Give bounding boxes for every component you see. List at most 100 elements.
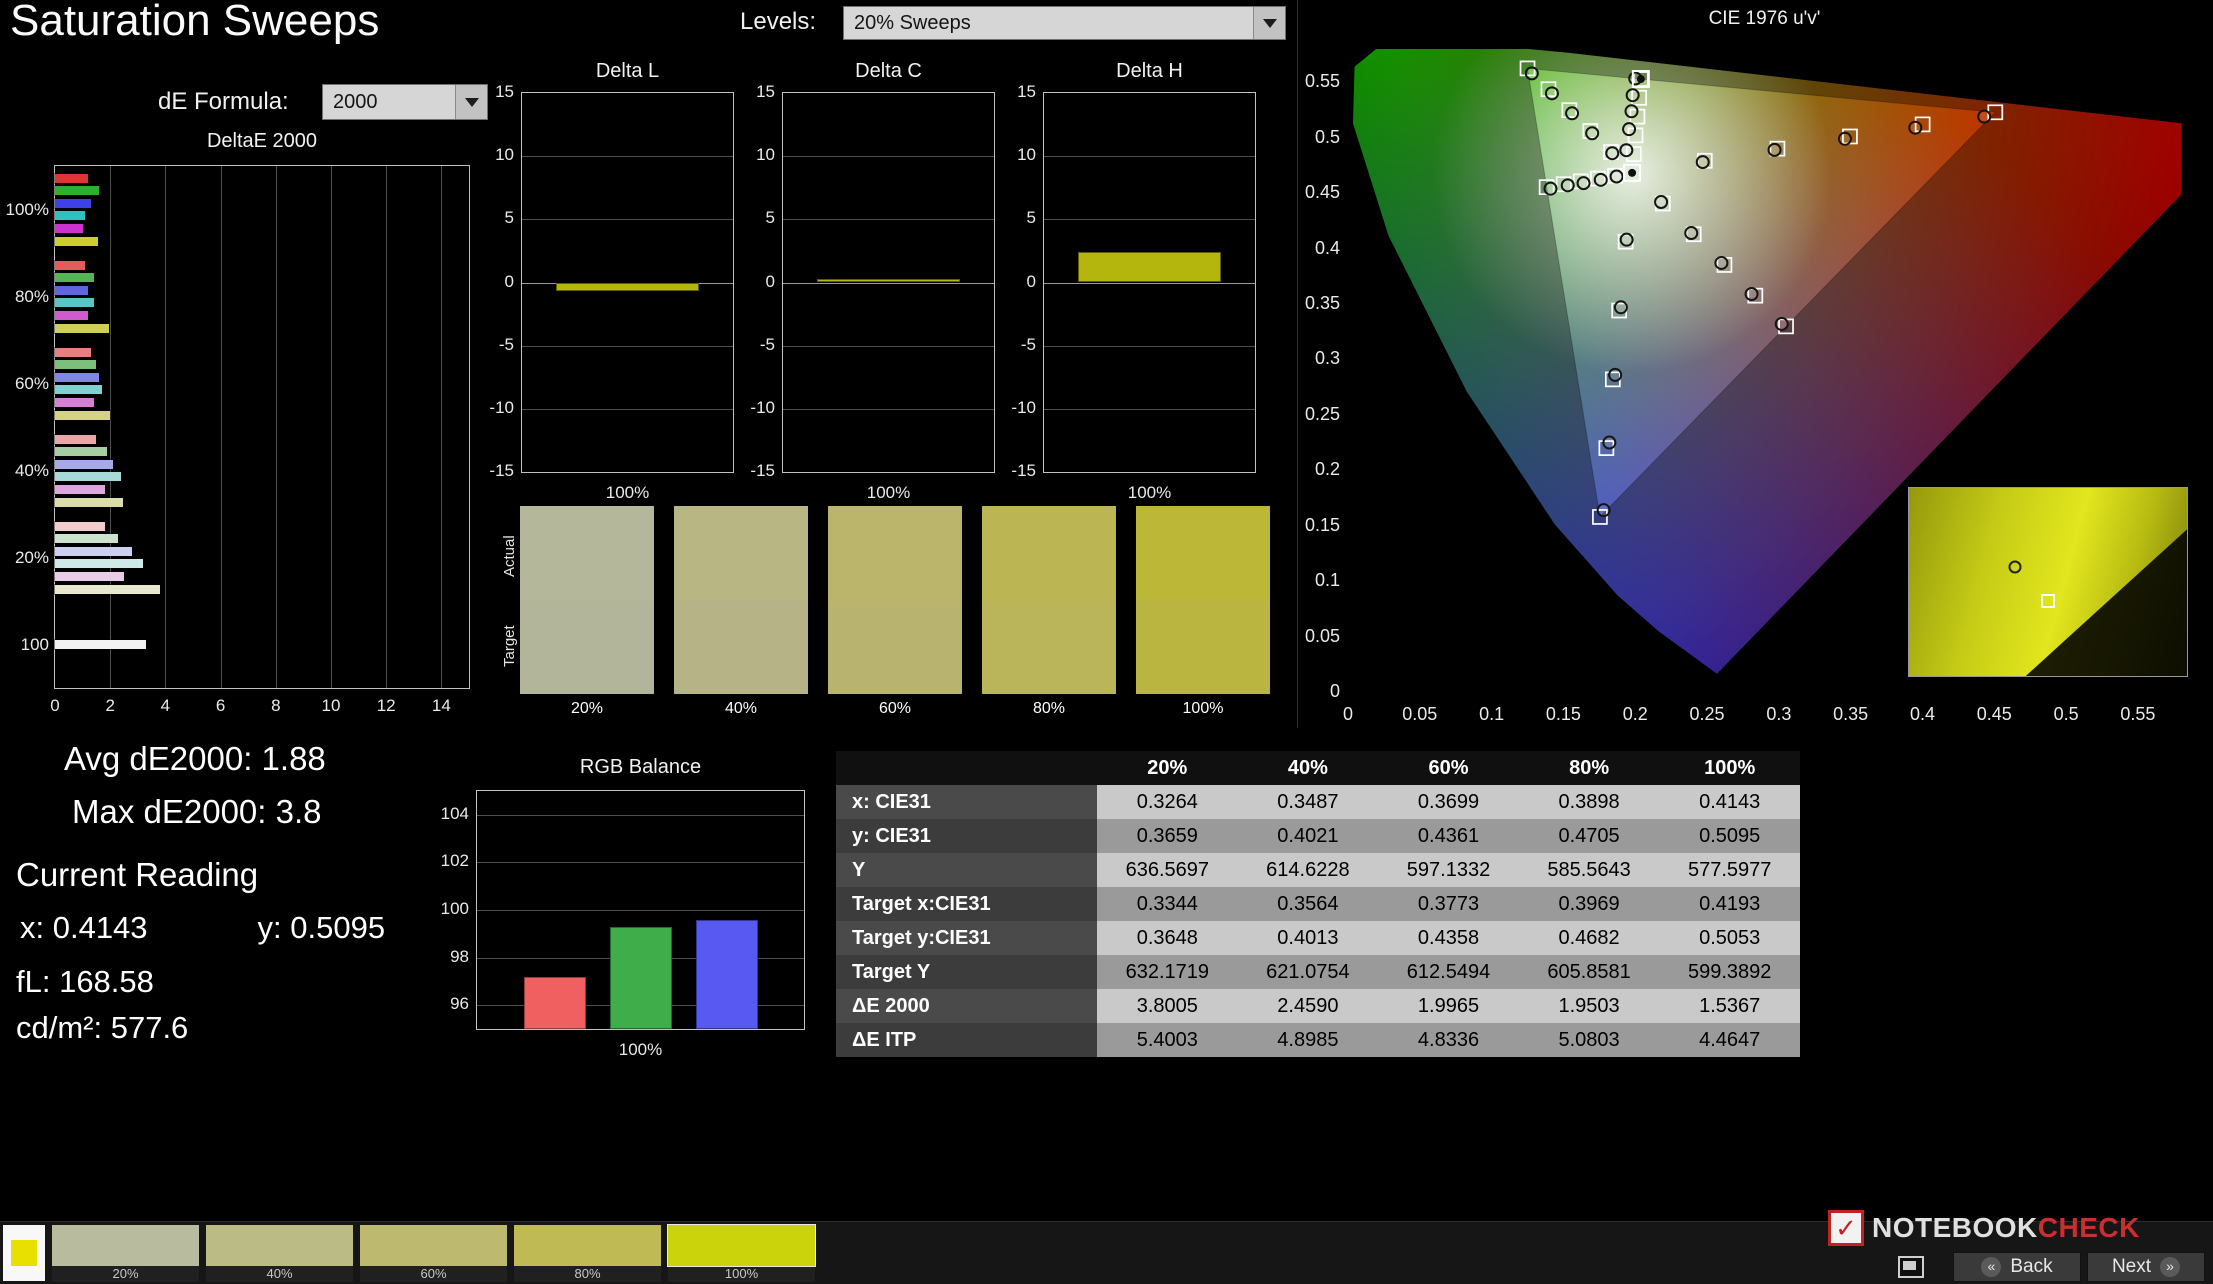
y-tick-label: 0.2: [1282, 459, 1340, 480]
y-tick-label: 0.05: [1282, 626, 1340, 647]
gridline: [110, 166, 111, 688]
delta-h-x-label: 100%: [1043, 483, 1256, 503]
y-tick-label: 0.5: [1282, 127, 1340, 148]
measured-point: [1615, 301, 1627, 313]
table-cell: 0.3659: [1097, 819, 1238, 853]
deltae-bar: [55, 534, 118, 543]
gridline: [783, 346, 994, 347]
thumbnail-swatch: [206, 1225, 353, 1266]
y-tick-label: -5: [727, 335, 775, 355]
rgb-bar-green: [610, 927, 672, 1029]
rgb-balance-chart: 9698100102104: [476, 790, 805, 1030]
measured-point: [1545, 183, 1557, 195]
table-cell: 0.3487: [1238, 785, 1379, 819]
swatch-strip: Actual Target 20%40%60%80%100%: [497, 501, 1281, 717]
table-cell: 0.3898: [1519, 785, 1660, 819]
deltae-bar: [55, 572, 124, 581]
next-button[interactable]: Next »: [2087, 1252, 2205, 1282]
y-tick-label: 98: [421, 947, 469, 967]
y-tick-label: -5: [988, 335, 1036, 355]
column-header: 80%: [1519, 751, 1660, 785]
group-label: 100: [3, 635, 49, 655]
deltae-bar: [55, 460, 113, 469]
deltae-bar: [55, 286, 88, 295]
measured-point: [1776, 318, 1788, 330]
gridline: [441, 166, 442, 688]
gridline: [1044, 219, 1255, 220]
gridline: [783, 156, 994, 157]
patch-thumbnail[interactable]: 60%: [360, 1225, 507, 1282]
gridline: [783, 283, 994, 284]
table-header-row: 20%40%60%80%100%: [836, 751, 1800, 785]
table-cell: 0.3264: [1097, 785, 1238, 819]
group-label: 60%: [3, 374, 49, 394]
table-cell: 0.4193: [1659, 887, 1800, 921]
deltae-bar: [55, 237, 98, 246]
table-cell: 0.3773: [1378, 887, 1519, 921]
avg-de2000-value: Avg dE2000: 1.88: [64, 740, 326, 778]
y-tick-label: 5: [466, 208, 514, 228]
table-cell: 0.4021: [1238, 819, 1379, 853]
gridline: [221, 166, 222, 688]
deltae-chart-title: DeltaE 2000: [54, 130, 470, 153]
current-fl-value: fL: 168.58: [16, 964, 154, 1000]
delta-l-chart-title: Delta L: [521, 60, 734, 83]
target-swatch: [828, 601, 962, 694]
patch-thumbnail[interactable]: 100%: [668, 1225, 815, 1282]
measured-point: [1769, 144, 1781, 156]
measured-point: [1697, 156, 1709, 168]
row-label: Target x:CIE31: [836, 887, 1097, 921]
measured-point: [1685, 227, 1697, 239]
chevron-down-icon[interactable]: [1253, 7, 1285, 39]
back-button[interactable]: « Back: [1953, 1252, 2081, 1282]
measured-point: [1839, 133, 1851, 145]
row-label: Target Y: [836, 955, 1097, 989]
gridline: [165, 166, 166, 688]
deltae-bar: [55, 199, 91, 208]
y-tick-label: 0.4: [1282, 238, 1340, 259]
cie-chart-title: CIE 1976 u'v': [1348, 8, 2181, 30]
deltae-bar: [55, 224, 83, 233]
delta-c-chart-title: Delta C: [782, 60, 995, 83]
column-header: 40%: [1238, 751, 1379, 785]
table-corner-cell: [836, 751, 1097, 785]
y-tick-label: 0: [727, 272, 775, 292]
rgb-bar-blue: [696, 920, 758, 1029]
table-cell: 0.5053: [1659, 921, 1800, 955]
table-cell: 636.5697: [1097, 853, 1238, 887]
x-tick-label: 0.2: [1606, 704, 1664, 725]
gridline: [386, 166, 387, 688]
levels-dropdown[interactable]: 20% Sweeps: [843, 6, 1286, 40]
patch-thumbnail[interactable]: 80%: [514, 1225, 661, 1282]
window-restore-icon[interactable]: [1898, 1256, 1924, 1278]
y-tick-label: -15: [727, 461, 775, 481]
table-cell: 5.4003: [1097, 1023, 1238, 1057]
current-cdm2-value: cd/m²: 577.6: [16, 1010, 188, 1046]
deltae-bar: [55, 447, 107, 456]
measured-point: [1626, 105, 1638, 117]
x-tick-label: 0: [40, 696, 70, 716]
y-tick-label: 10: [466, 145, 514, 165]
y-tick-label: 5: [727, 208, 775, 228]
swatch-patches: 20%40%60%80%100%: [497, 501, 1281, 717]
actual-swatch: [674, 506, 808, 601]
levels-dropdown-value: 20% Sweeps: [844, 7, 1253, 39]
deltae-bar: [55, 324, 109, 333]
patch-label: 40%: [674, 700, 808, 718]
max-de2000-value: Max dE2000: 3.8: [72, 793, 322, 831]
table-row: Target x:CIE310.33440.35640.37730.39690.…: [836, 887, 1800, 921]
table-cell: 1.5367: [1659, 989, 1800, 1023]
measured-point: [1620, 144, 1632, 156]
y-tick-label: 0: [1282, 681, 1340, 702]
de-formula-dropdown[interactable]: 2000: [322, 84, 488, 120]
deltae-bar: [55, 311, 88, 320]
y-tick-label: 15: [727, 82, 775, 102]
y-tick-label: 0.3: [1282, 348, 1340, 369]
y-tick-label: 10: [988, 145, 1036, 165]
y-tick-label: 15: [466, 82, 514, 102]
patch-thumbnail[interactable]: 40%: [206, 1225, 353, 1282]
table-cell: 0.4361: [1378, 819, 1519, 853]
patch-thumbnail[interactable]: 20%: [52, 1225, 199, 1282]
measured-point: [1978, 111, 1990, 123]
gridline: [522, 156, 733, 157]
